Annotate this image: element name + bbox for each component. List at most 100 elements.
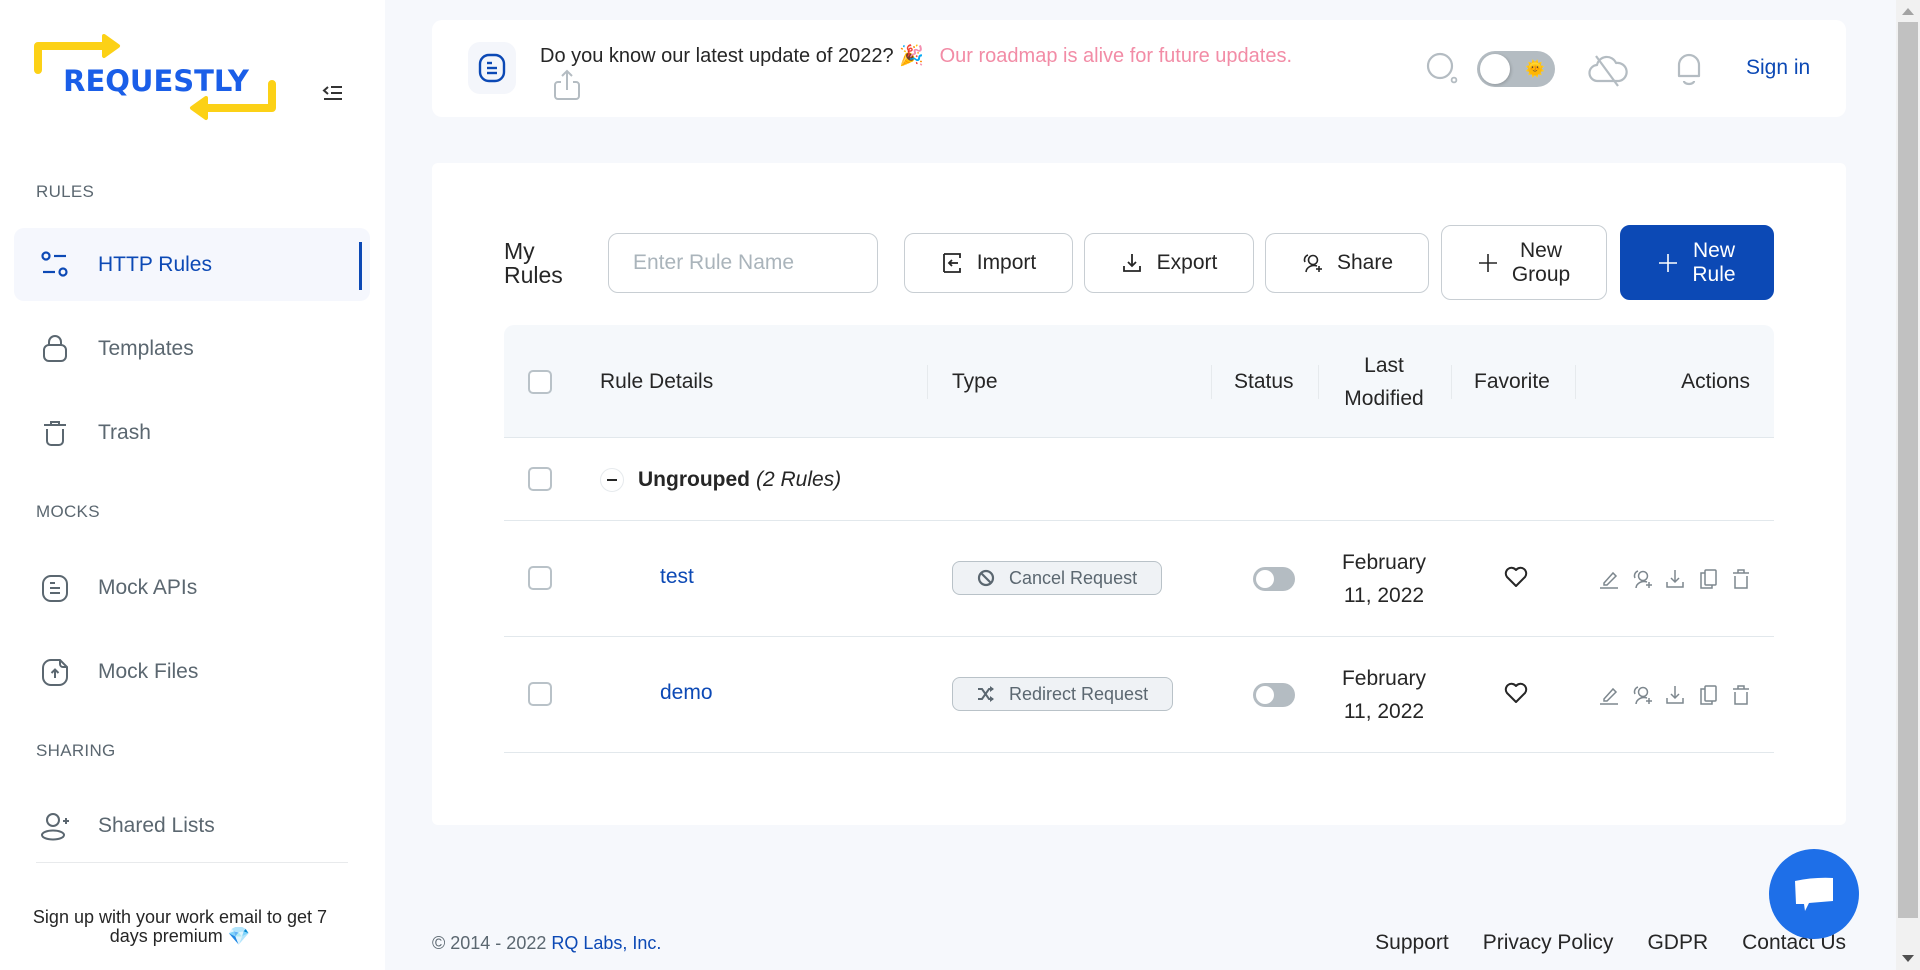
export-rule-button[interactable] [1663,567,1687,591]
search-button[interactable] [1425,51,1459,85]
updates-button[interactable] [468,42,516,94]
share-users-icon [1303,254,1322,273]
new-group-label: New Group [1512,239,1570,287]
banner-message: Do you know our latest update of 2022? 🎉… [540,43,1292,68]
collapse-group-button[interactable] [600,468,624,492]
column-divider [1211,365,1212,399]
chat-widget-button[interactable] [1769,849,1859,939]
new-group-button[interactable]: New Group [1441,225,1607,300]
bell-icon [1677,53,1701,86]
row-checkbox[interactable] [528,682,552,706]
table-header: Rule Details Type Status Last Modified Fa… [504,325,1774,438]
cloud-sync-button[interactable] [1588,53,1628,87]
date-line: 11, 2022 [1343,584,1425,607]
rule-date-cell: February 11, 2022 [1329,546,1439,612]
theme-toggle[interactable]: 🌞 [1477,51,1555,87]
header-last-modified: Last Modified [1329,325,1439,438]
share-update-button[interactable] [552,68,582,102]
group-name: Ungrouped (2 Rules) [638,468,841,492]
edit-icon [1600,687,1618,705]
edit-rule-button[interactable] [1597,567,1621,591]
header-actions: Actions [1681,369,1750,393]
sidebar-item-shared-lists[interactable]: Shared Lists [14,789,370,862]
rule-status-toggle[interactable] [1253,683,1295,707]
label-line: Rule [1692,262,1736,286]
share-rule-button[interactable] [1630,683,1654,707]
sidebar-item-mock-files[interactable]: Mock Files [14,635,370,708]
delete-rule-button[interactable] [1729,567,1753,591]
scroll-thumb[interactable] [1898,22,1918,918]
requestly-logo[interactable]: REQUESTLY [34,34,279,124]
rule-name[interactable]: demo [660,681,713,705]
date-line: February [1341,667,1427,690]
theme-toggle-knob [1480,54,1510,84]
diamond-icon: 💎 [227,926,251,946]
share-button[interactable]: Share [1265,233,1429,293]
header-line: Modified [1344,386,1424,410]
document-icon [40,573,70,603]
rule-type-badge: Redirect Request [952,677,1174,711]
sidebar-item-mock-apis[interactable]: Mock APIs [14,551,370,624]
download-icon [1666,686,1684,704]
sidebar-item-http-rules[interactable]: HTTP Rules [14,228,370,301]
company-link[interactable]: RQ Labs, Inc. [551,933,661,953]
sidebar-divider [36,862,348,863]
share-rule-button[interactable] [1630,567,1654,591]
group-row: Ungrouped (2 Rules) [504,438,1774,521]
rule-status-toggle[interactable] [1253,567,1295,591]
rule-name-link[interactable]: test [660,565,694,589]
shuffle-icon [978,686,994,702]
section-label-rules: RULES [36,182,95,201]
user-plus-icon [40,811,70,841]
rules-table: Rule Details Type Status Last Modified Fa… [504,325,1774,753]
footer-link-privacy-policy[interactable]: Privacy Policy [1483,931,1614,955]
group-checkbox[interactable] [528,467,552,491]
import-button[interactable]: Import [904,233,1073,293]
sidebar-item-trash[interactable]: Trash [14,396,370,469]
notifications-button[interactable] [1674,50,1704,86]
export-rule-button[interactable] [1663,683,1687,707]
search-icon [1426,52,1458,84]
new-rule-label: New Rule [1692,239,1735,287]
delete-rule-button[interactable] [1729,683,1753,707]
import-icon [942,253,961,273]
header-type: Type [952,369,998,393]
favorite-button[interactable] [1504,566,1528,588]
share-users-icon [1633,570,1652,589]
collapse-menu-icon [322,86,342,100]
group-header: Ungrouped (2 Rules) [600,463,841,497]
sidebar-item-label: Mock APIs [98,575,198,599]
duplicate-rule-button[interactable] [1696,567,1720,591]
rule-type-label: Redirect Request [1009,683,1149,704]
rule-type-cell: Cancel Request [952,561,1163,595]
collapse-sidebar-button[interactable] [322,80,346,104]
rule-name-link[interactable]: demo [660,681,713,705]
row-select-cell [528,682,552,706]
trash-icon [1733,569,1749,589]
rule-search-input[interactable] [609,234,877,292]
edit-rule-button[interactable] [1597,683,1621,707]
footer-link-gdpr[interactable]: GDPR [1647,931,1708,955]
new-rule-button[interactable]: New Rule [1620,225,1774,300]
footer-link-support[interactable]: Support [1375,931,1449,955]
roadmap-link[interactable]: Our roadmap is alive for future updates. [940,45,1292,67]
duplicate-rule-button[interactable] [1696,683,1720,707]
sidebar-item-templates[interactable]: Templates [14,312,370,385]
section-label-mocks: MOCKS [36,502,100,521]
favorite-button[interactable] [1504,682,1528,704]
rule-status-cell [1253,683,1295,707]
export-button[interactable]: Export [1084,233,1254,293]
sign-in-link[interactable]: Sign in [1746,56,1810,80]
scroll-down-arrow[interactable] [1902,955,1914,962]
select-all-checkbox[interactable] [528,369,552,394]
row-select-cell [528,566,552,590]
row-checkbox[interactable] [528,566,552,590]
sidebar-item-label: Trash [98,420,151,444]
copy-icon [1700,685,1717,705]
page-scrollbar[interactable] [1896,0,1920,970]
scroll-up-arrow[interactable] [1902,8,1914,15]
rule-name[interactable]: test [660,565,694,589]
premium-promo[interactable]: Sign up with your work email to get 7 da… [30,908,330,946]
sidebar: REQUESTLY RULES HTTP Rules Templates Tra… [0,0,385,970]
table-row: test Cancel Request February 11, 2022 [504,521,1774,637]
